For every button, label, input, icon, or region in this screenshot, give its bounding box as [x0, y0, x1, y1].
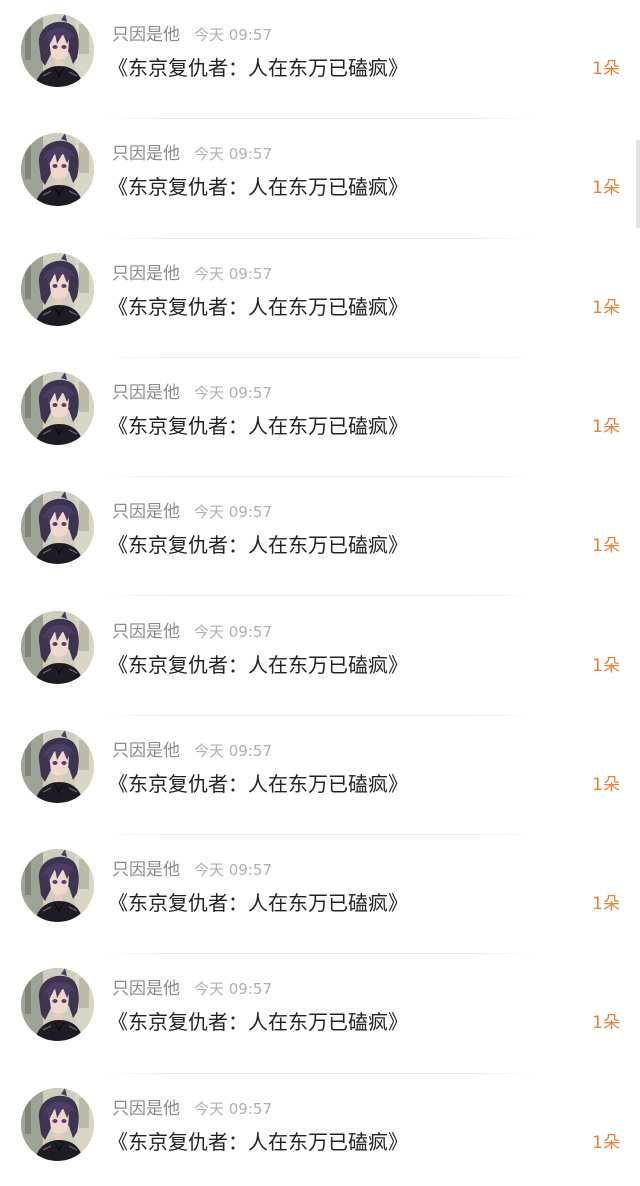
user-name[interactable]: 只因是他: [112, 383, 180, 403]
gift-record-list: 只因是他 今天 09:57 《东京复仇者：人在东万已磕疯》 1朵 只因是他 今天…: [0, 0, 640, 1186]
user-name[interactable]: 只因是他: [112, 264, 180, 284]
gift-count: 1朵: [592, 297, 620, 318]
user-avatar-icon[interactable]: [21, 133, 94, 207]
record-meta: 只因是他 今天 09:57: [112, 621, 272, 643]
timestamp: 今天 09:57: [194, 861, 272, 880]
gift-count: 1朵: [592, 536, 620, 557]
user-avatar-icon[interactable]: [21, 1087, 94, 1161]
list-item[interactable]: 只因是他 今天 09:57 《东京复仇者：人在东万已磕疯》 1朵: [0, 716, 640, 836]
timestamp: 今天 09:57: [194, 264, 272, 283]
book-title[interactable]: 《东京复仇者：人在东万已磕疯》: [108, 1008, 408, 1036]
user-avatar-icon[interactable]: [21, 968, 94, 1042]
user-name[interactable]: 只因是他: [112, 1099, 180, 1119]
gift-count: 1朵: [592, 59, 620, 79]
list-item[interactable]: 只因是他 今天 09:57 《东京复仇者：人在东万已磕疯》 1朵: [0, 1074, 640, 1186]
user-name[interactable]: 只因是他: [112, 979, 180, 999]
gift-count: 1朵: [592, 894, 620, 915]
user-avatar-icon[interactable]: [21, 14, 94, 87]
user-name[interactable]: 只因是他: [112, 502, 180, 522]
record-meta: 只因是他 今天 09:57: [112, 263, 272, 285]
user-avatar-icon[interactable]: [21, 371, 94, 445]
list-item[interactable]: 只因是他 今天 09:57 《东京复仇者：人在东万已磕疯》 1朵: [0, 119, 640, 239]
timestamp: 今天 09:57: [194, 741, 272, 760]
book-title[interactable]: 《东京复仇者：人在东万已磕疯》: [108, 651, 408, 679]
list-item[interactable]: 只因是他 今天 09:57 《东京复仇者：人在东万已磕疯》 1朵: [0, 835, 640, 955]
book-title[interactable]: 《东京复仇者：人在东万已磕疯》: [108, 1128, 408, 1156]
gift-count: 1朵: [592, 655, 620, 676]
timestamp: 今天 09:57: [194, 503, 272, 522]
record-meta: 只因是他 今天 09:57: [112, 501, 272, 523]
record-meta: 只因是他 今天 09:57: [112, 978, 272, 1000]
user-avatar-icon[interactable]: [21, 729, 94, 803]
user-avatar-icon[interactable]: [21, 849, 94, 923]
list-item[interactable]: 只因是他 今天 09:57 《东京复仇者：人在东万已磕疯》 1朵: [0, 477, 640, 597]
gift-count: 1朵: [592, 1013, 620, 1034]
user-name[interactable]: 只因是他: [112, 741, 180, 761]
book-title[interactable]: 《东京复仇者：人在东万已磕疯》: [108, 531, 408, 559]
timestamp: 今天 09:57: [194, 980, 272, 999]
user-name[interactable]: 只因是他: [112, 860, 180, 880]
record-meta: 只因是他 今天 09:57: [112, 859, 272, 881]
list-item[interactable]: 只因是他 今天 09:57 《东京复仇者：人在东万已磕疯》 1朵: [0, 239, 640, 358]
book-title[interactable]: 《东京复仇者：人在东万已磕疯》: [108, 412, 408, 440]
user-name[interactable]: 只因是他: [112, 25, 180, 45]
timestamp: 今天 09:57: [194, 145, 272, 164]
user-avatar-icon[interactable]: [21, 491, 94, 565]
record-meta: 只因是他 今天 09:57: [112, 1098, 272, 1120]
timestamp: 今天 09:57: [194, 383, 272, 402]
gift-count: 1朵: [592, 1132, 620, 1153]
list-item[interactable]: 只因是他 今天 09:57 《东京复仇者：人在东万已磕疯》 1朵: [0, 954, 640, 1074]
user-avatar-icon[interactable]: [21, 252, 94, 326]
user-name[interactable]: 只因是他: [112, 144, 180, 164]
timestamp: 今天 09:57: [194, 622, 272, 641]
book-title[interactable]: 《东京复仇者：人在东万已磕疯》: [108, 293, 408, 321]
record-meta: 只因是他 今天 09:57: [112, 143, 272, 165]
user-avatar-icon[interactable]: [21, 610, 94, 684]
gift-count: 1朵: [592, 774, 620, 795]
record-meta: 只因是他 今天 09:57: [112, 24, 272, 46]
book-title[interactable]: 《东京复仇者：人在东万已磕疯》: [108, 54, 408, 82]
gift-count: 1朵: [592, 178, 620, 199]
user-name[interactable]: 只因是他: [112, 622, 180, 642]
book-title[interactable]: 《东京复仇者：人在东万已磕疯》: [108, 770, 408, 798]
gift-count: 1朵: [592, 416, 620, 437]
list-item[interactable]: 只因是他 今天 09:57 《东京复仇者：人在东万已磕疯》 1朵: [0, 597, 640, 716]
book-title[interactable]: 《东京复仇者：人在东万已磕疯》: [108, 889, 408, 917]
record-meta: 只因是他 今天 09:57: [112, 740, 272, 762]
list-item[interactable]: 只因是他 今天 09:57 《东京复仇者：人在东万已磕疯》 1朵: [0, 0, 640, 120]
list-item[interactable]: 只因是他 今天 09:57 《东京复仇者：人在东万已磕疯》 1朵: [0, 358, 640, 478]
timestamp: 今天 09:57: [194, 1099, 272, 1118]
record-meta: 只因是他 今天 09:57: [112, 382, 272, 404]
timestamp: 今天 09:57: [194, 26, 272, 44]
book-title[interactable]: 《东京复仇者：人在东万已磕疯》: [108, 173, 408, 201]
